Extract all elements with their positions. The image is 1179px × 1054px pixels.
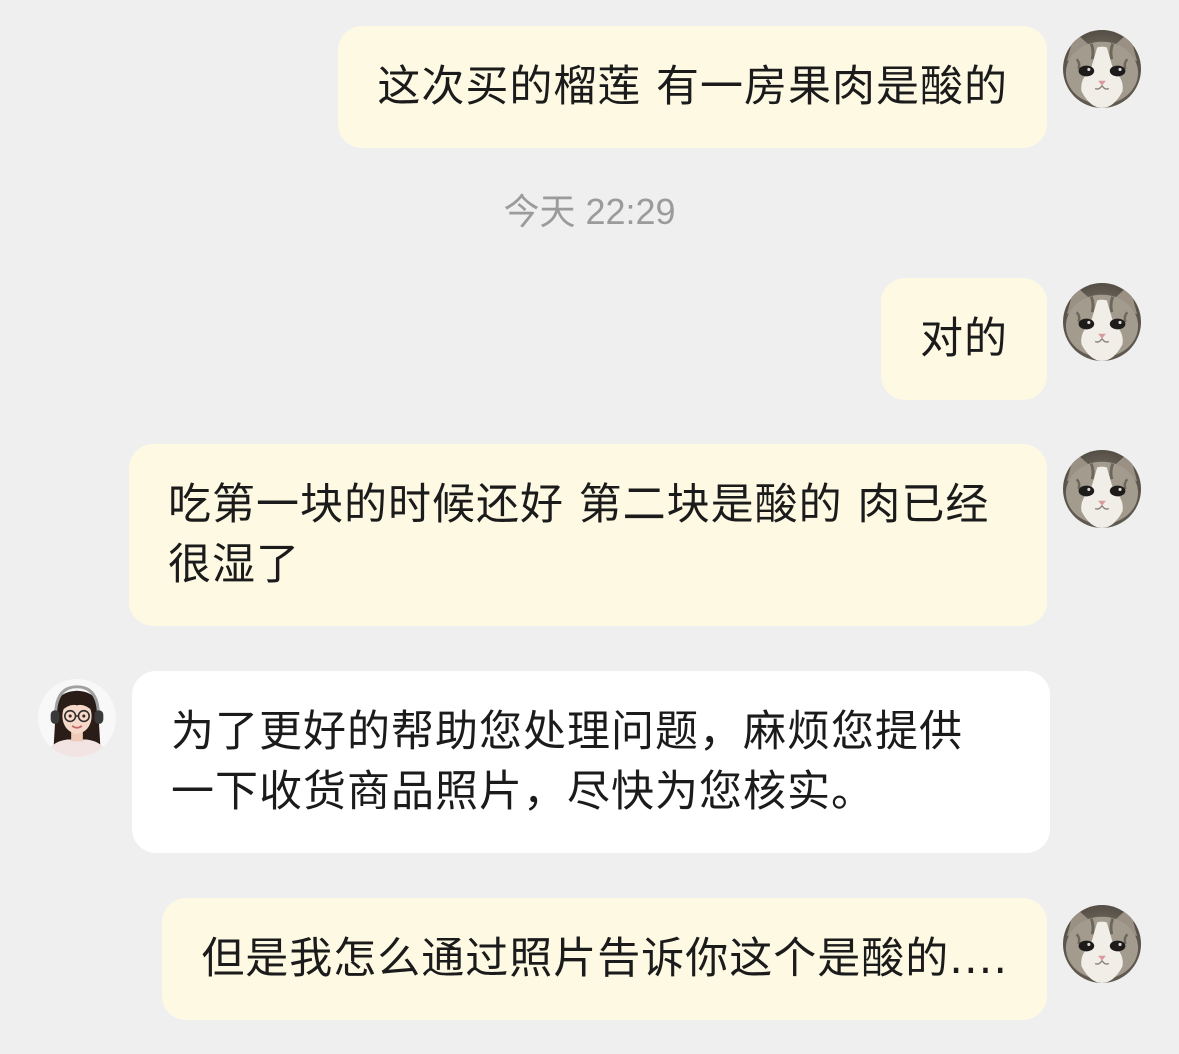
message-text: 对的 [920,314,1008,364]
agent-avatar[interactable] [38,679,116,757]
user-avatar[interactable] [1063,905,1141,983]
timestamp: 今天 22:29 [503,191,676,232]
cat-avatar-icon [1063,450,1141,528]
message-text: 为了更好的帮助您处理问题，麻烦您提供 [171,707,963,757]
user-avatar[interactable] [1063,30,1141,108]
message-text: 一下收货商品照片，尽快为您核实。 [171,767,875,817]
agent-message-bubble: 为了更好的帮助您处理问题，麻烦您提供 一下收货商品照片，尽快为您核实。 [132,671,1050,853]
user-message-bubble: 吃第一块的时候还好 第二块是酸的 肉已经 很湿了 [129,444,1047,626]
user-message-bubble: 对的 [881,278,1047,400]
chat-screen: 这次买的榴莲 有一房果肉是酸的 今天 22:29 对的 吃第一块的时候还好 第二… [0,0,1179,1054]
user-avatar[interactable] [1063,283,1141,361]
user-message-bubble: 这次买的榴莲 有一房果肉是酸的 [338,26,1047,148]
cat-avatar-icon [1063,283,1141,361]
message-text: 吃第一块的时候还好 第二块是酸的 肉已经 [168,480,990,530]
message-text: 很湿了 [168,540,300,590]
cat-avatar-icon [1063,905,1141,983]
message-text: 但是我怎么通过照片告诉你这个是酸的.... [201,934,1008,984]
user-avatar[interactable] [1063,450,1141,528]
message-text: 这次买的榴莲 有一房果肉是酸的 [377,62,1008,112]
user-message-bubble: 但是我怎么通过照片告诉你这个是酸的.... [162,898,1047,1020]
cat-avatar-icon [1063,30,1141,108]
agent-avatar-icon [38,679,116,757]
